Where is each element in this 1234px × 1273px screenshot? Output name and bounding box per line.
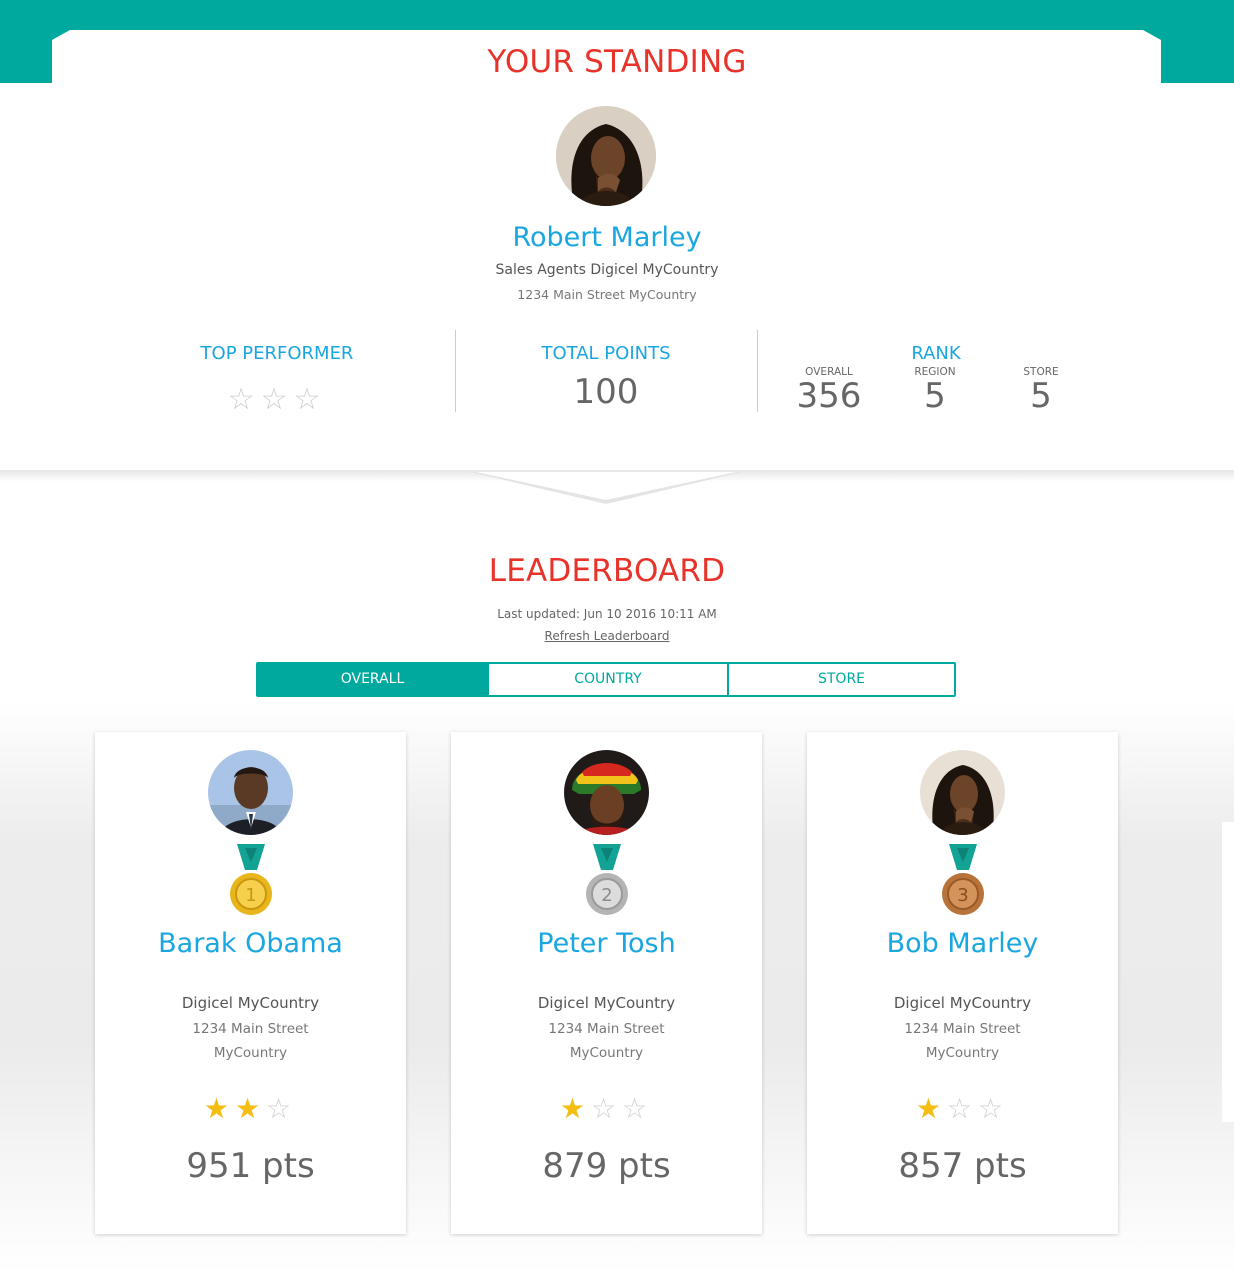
svg-text:3: 3 bbox=[957, 885, 968, 906]
star-empty-icon: ☆ bbox=[946, 1092, 979, 1125]
leader-name: Barak Obama bbox=[158, 928, 343, 959]
last-updated: Last updated: Jun 10 2016 10:11 AM bbox=[497, 607, 717, 621]
star-empty-icon: ☆ bbox=[266, 1092, 298, 1125]
rank-region: REGION 5 bbox=[895, 366, 975, 415]
right-edge bbox=[1222, 822, 1234, 1122]
leader-company: Digicel MyCountry bbox=[893, 994, 1032, 1012]
tab-store[interactable]: STORE bbox=[727, 664, 954, 695]
stat-divider bbox=[757, 330, 758, 412]
leader-stars: ★☆☆ bbox=[451, 1092, 762, 1125]
total-points-label: TOTAL POINTS bbox=[541, 343, 671, 364]
star-empty-icon: ☆ bbox=[260, 382, 294, 417]
leader-company: Digicel MyCountry bbox=[537, 994, 676, 1012]
leader-avatar bbox=[920, 750, 1005, 835]
user-role: Sales Agents Digicel MyCountry bbox=[495, 262, 719, 278]
refresh-leaderboard-link[interactable]: Refresh Leaderboard bbox=[0, 629, 1214, 643]
star-empty-icon: ☆ bbox=[622, 1092, 654, 1125]
leader-street: 1234 Main Street bbox=[548, 1021, 665, 1037]
leader-stars: ★☆☆ bbox=[807, 1092, 1118, 1125]
section-divider-arrow bbox=[0, 470, 1234, 504]
user-address: 1234 Main Street MyCountry bbox=[517, 287, 697, 302]
silver-medal-icon: 2 bbox=[586, 844, 628, 915]
star-empty-icon: ☆ bbox=[590, 1092, 623, 1125]
star-empty-icon: ☆ bbox=[227, 382, 261, 417]
leader-points: 857 pts bbox=[898, 1146, 1027, 1186]
leader-street: 1234 Main Street bbox=[904, 1021, 1021, 1037]
leader-avatar bbox=[208, 750, 293, 835]
standing-title: YOUR STANDING bbox=[487, 44, 747, 80]
user-name: Robert Marley bbox=[512, 222, 702, 253]
leader-country: MyCountry bbox=[569, 1045, 644, 1061]
leader-points: 879 pts bbox=[542, 1146, 671, 1186]
top-performer-label: TOP PERFORMER bbox=[200, 343, 354, 364]
user-avatar bbox=[556, 106, 656, 206]
total-points-value: 100 bbox=[573, 372, 639, 412]
rank-store-value: 5 bbox=[1030, 376, 1052, 416]
leader-stars: ★★☆ bbox=[95, 1092, 406, 1125]
tab-overall[interactable]: OVERALL bbox=[258, 664, 487, 695]
top-performer-stars: ☆☆☆ bbox=[202, 382, 352, 417]
star-filled-icon: ★ bbox=[203, 1092, 235, 1125]
leaderboard-title: LEADERBOARD bbox=[488, 553, 726, 589]
rank-overall-value: 356 bbox=[796, 376, 862, 416]
leaderboard-tabs: OVERALL COUNTRY STORE bbox=[256, 662, 956, 697]
star-empty-icon: ☆ bbox=[293, 382, 327, 417]
rank-region-value: 5 bbox=[924, 376, 946, 416]
leader-name: Bob Marley bbox=[886, 928, 1039, 959]
leader-name: Peter Tosh bbox=[537, 928, 676, 959]
gold-medal-icon: 1 bbox=[230, 844, 272, 915]
star-filled-icon: ★ bbox=[234, 1092, 267, 1125]
leader-country: MyCountry bbox=[213, 1045, 288, 1061]
rank-store: STORE 5 bbox=[1001, 366, 1081, 415]
leader-points: 951 pts bbox=[186, 1146, 315, 1186]
bronze-medal-icon: 3 bbox=[942, 844, 984, 915]
rank-label: RANK bbox=[911, 343, 961, 364]
star-empty-icon: ☆ bbox=[978, 1092, 1010, 1125]
leader-company: Digicel MyCountry bbox=[181, 994, 320, 1012]
tab-country[interactable]: COUNTRY bbox=[487, 664, 727, 695]
leader-street: 1234 Main Street bbox=[192, 1021, 309, 1037]
star-filled-icon: ★ bbox=[559, 1092, 591, 1125]
leader-avatar bbox=[564, 750, 649, 835]
leaderboard-card: 2 Peter Tosh Digicel MyCountry 1234 Main… bbox=[451, 732, 762, 1234]
leaderboard-card: 3 Bob Marley Digicel MyCountry 1234 Main… bbox=[807, 732, 1118, 1234]
svg-text:1: 1 bbox=[245, 885, 256, 906]
rank-overall: OVERALL 356 bbox=[789, 366, 869, 415]
svg-text:2: 2 bbox=[601, 885, 612, 906]
leaderboard-card: 1 Barak Obama Digicel MyCountry 1234 Mai… bbox=[95, 732, 406, 1234]
leader-country: MyCountry bbox=[925, 1045, 1000, 1061]
star-filled-icon: ★ bbox=[915, 1092, 947, 1125]
